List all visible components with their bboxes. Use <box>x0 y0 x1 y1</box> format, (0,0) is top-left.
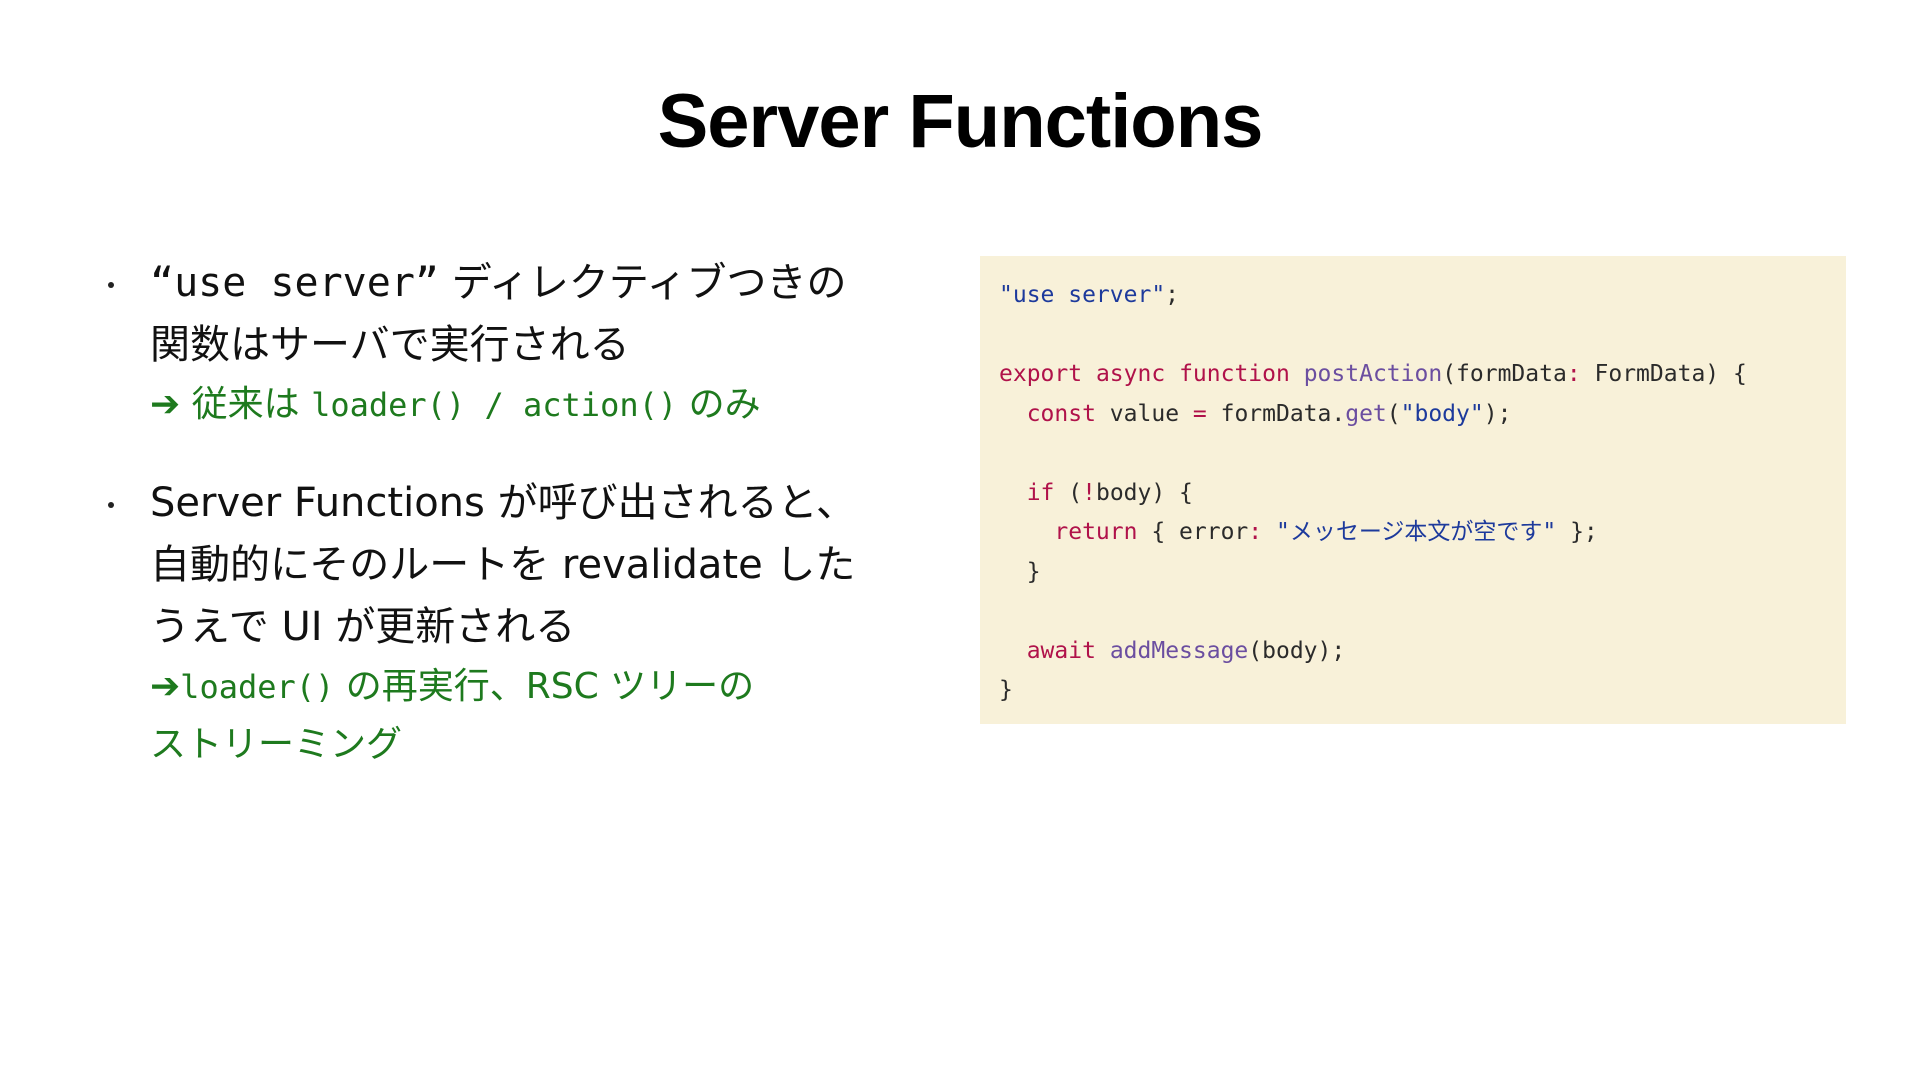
code-token: { error <box>1137 519 1249 545</box>
code-token: return <box>1054 519 1138 545</box>
note-code: action() <box>523 386 678 424</box>
note-separator: / <box>465 386 523 424</box>
code-line-1: "use server"; <box>999 276 1826 316</box>
code-token: async <box>1095 361 1166 387</box>
bullet-text: Server Functions が呼び出されると、 自動的にそのルートを re… <box>150 472 960 658</box>
code-token: const <box>1026 400 1096 427</box>
code-block: "use server"; export async function postA… <box>980 256 1846 724</box>
code-token: ; <box>1165 282 1180 308</box>
code-token: "use server" <box>999 282 1166 308</box>
code-token: "メッセージ本文が空です" <box>1262 519 1557 545</box>
code-token: }; <box>1556 519 1598 545</box>
code-line-4: const value = formData.get("body"); <box>999 395 1826 435</box>
code-listing: "use server"; export async function postA… <box>999 276 1826 711</box>
slide-title: Server Functions <box>657 79 1264 164</box>
note-code: loader() <box>311 386 466 424</box>
bullet-line: うえで UI が更新される <box>150 604 576 650</box>
code-token: } <box>1026 558 1041 585</box>
bullet-line: ディレクティブつきの <box>438 260 847 306</box>
code-token: ! <box>1082 479 1096 506</box>
note-code: loader() <box>180 668 335 706</box>
code-token: } <box>999 677 1013 703</box>
bullet-list: “use server” ディレクティブつきの 関数はサーバで実行される ➔ 従… <box>100 252 960 774</box>
code-token: postAction <box>1303 361 1443 387</box>
code-token: FormData) { <box>1580 361 1747 387</box>
bullet-server-functions: Server Functions が呼び出されると、 自動的にそのルートを re… <box>100 472 960 774</box>
note-text: 従来は <box>191 384 312 425</box>
code-token: export <box>999 361 1083 387</box>
code-token: addMessage <box>1109 637 1249 664</box>
code-token: : <box>1566 361 1581 387</box>
note-text: ストリーミング <box>150 724 403 765</box>
code-token: (formData <box>1442 361 1567 387</box>
code-token: get <box>1345 400 1387 427</box>
sub-note: ➔loader() の再実行、RSC ツリーの ストリーミング <box>150 658 960 774</box>
code-token: "body" <box>1400 400 1484 427</box>
arrow-icon: ➔ <box>150 384 181 425</box>
arrow-icon: ➔ <box>150 666 181 707</box>
bullet-line: 関数はサーバで実行される <box>150 322 630 368</box>
bullet-line: Server Functions が呼び出されると、 <box>150 480 856 526</box>
code-token: ( <box>1386 400 1401 427</box>
code-token: if <box>1026 479 1055 506</box>
code-token: body) { <box>1095 479 1193 506</box>
bullet-dot <box>108 502 114 508</box>
code-line-6: if (!body) { <box>999 474 1826 514</box>
sub-note: ➔ 従来は loader() / action() のみ <box>150 376 960 434</box>
code-token: = <box>1192 400 1207 427</box>
note-text: の再実行、RSC ツリーの <box>334 666 755 707</box>
code-line-10: await addMessage(body); <box>999 632 1826 672</box>
code-token: await <box>1026 637 1096 664</box>
code-token: formData. <box>1206 400 1346 427</box>
code-token: function <box>1179 361 1290 387</box>
use-server-directive: “use server” <box>150 260 439 306</box>
code-token: ); <box>1483 400 1512 427</box>
bullet-dot <box>108 282 114 288</box>
code-token: (body); <box>1248 637 1346 664</box>
code-token: : <box>1248 519 1263 545</box>
code-line-8: } <box>999 553 1826 593</box>
code-line-7: return { error: "メッセージ本文が空です" }; <box>999 513 1826 553</box>
note-text: のみ <box>677 384 761 425</box>
bullet-use-server: “use server” ディレクティブつきの 関数はサーバで実行される ➔ 従… <box>100 252 960 434</box>
code-line-3: export async function postAction(formDat… <box>999 355 1826 395</box>
bullet-line: 自動的にそのルートを revalidate した <box>150 542 856 588</box>
code-token: ( <box>1054 479 1083 506</box>
bullet-text: “use server” ディレクティブつきの 関数はサーバで実行される <box>150 252 960 376</box>
code-token: value <box>1095 400 1193 427</box>
code-line-11: } <box>999 671 1826 711</box>
